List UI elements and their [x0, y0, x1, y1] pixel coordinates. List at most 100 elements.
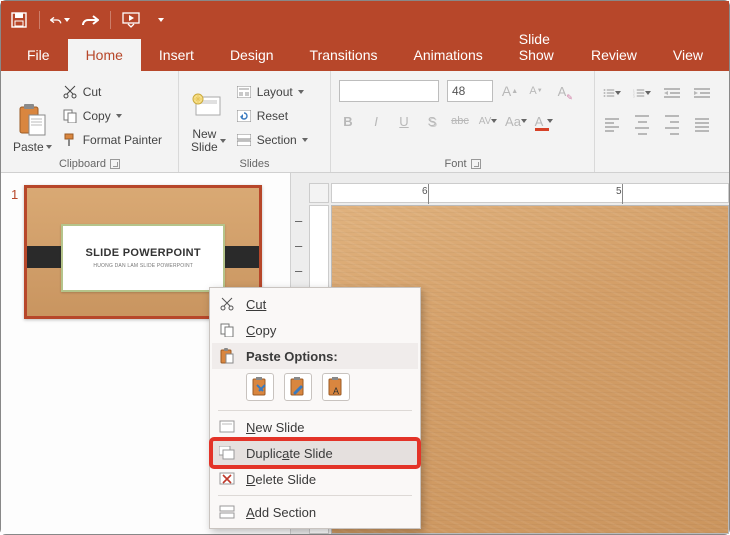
duplicate-slide-icon — [218, 444, 236, 462]
tab-view[interactable]: View — [655, 39, 721, 71]
cut-button[interactable]: Cut — [62, 82, 162, 102]
font-dialog-launcher[interactable] — [471, 159, 481, 169]
group-slides: New Slide Layout Reset Section Slides — [179, 71, 331, 172]
ctx-paste-options-row: A — [212, 369, 418, 407]
ctx-new-slide-label: New Slide — [246, 420, 305, 435]
bold-button[interactable]: B — [339, 112, 357, 130]
new-slide-label: New Slide — [191, 128, 218, 154]
tab-file[interactable]: File — [9, 39, 68, 71]
ctx-duplicate-slide[interactable]: Duplicate Slide — [212, 440, 418, 466]
font-name-input[interactable] — [339, 80, 439, 102]
ruler-corner — [309, 183, 329, 203]
paste-label: Paste — [13, 140, 44, 154]
tab-transitions[interactable]: Transitions — [292, 39, 396, 71]
numbering-button[interactable]: 123 — [633, 84, 651, 102]
align-right-button[interactable] — [663, 116, 681, 134]
format-painter-button[interactable]: Format Painter — [62, 130, 162, 150]
save-button[interactable] — [9, 10, 29, 30]
undo-button[interactable] — [50, 10, 70, 30]
paste-icon — [17, 103, 47, 137]
change-case-button[interactable]: Aa — [507, 112, 525, 130]
separator — [218, 410, 412, 411]
bullets-button[interactable] — [603, 84, 621, 102]
underline-button[interactable]: U — [395, 112, 413, 130]
format-painter-label: Format Painter — [83, 133, 162, 147]
reset-label: Reset — [257, 109, 288, 123]
justify-button[interactable] — [693, 116, 711, 134]
group-label-clipboard: Clipboard — [59, 158, 106, 170]
separator — [39, 11, 40, 29]
slideshow-icon — [122, 12, 140, 28]
copy-icon — [62, 108, 78, 124]
clipboard-text-icon: A — [327, 377, 345, 397]
tab-home[interactable]: Home — [68, 39, 141, 71]
ctx-copy-label: Copy — [246, 323, 276, 338]
ruler-h-label: 5 — [616, 186, 622, 197]
start-slideshow-button[interactable] — [121, 10, 141, 30]
group-clipboard: Paste Cut Copy Format Painter Clipboard — [1, 71, 179, 172]
grow-font-button[interactable]: A▲ — [501, 82, 519, 100]
format-painter-icon — [62, 132, 78, 148]
undo-icon — [50, 13, 62, 27]
layout-label: Layout — [257, 85, 293, 99]
ctx-new-slide[interactable]: New Slide — [212, 414, 418, 440]
ctx-add-section[interactable]: Add Section — [212, 499, 418, 525]
slide-title: SLIDE POWERPOINT — [86, 247, 201, 259]
scissors-icon — [62, 84, 78, 100]
separator — [218, 495, 412, 496]
section-icon — [236, 132, 252, 148]
paste-button[interactable]: Paste — [9, 75, 56, 156]
decrease-indent-button[interactable] — [663, 84, 681, 102]
font-size-input[interactable] — [447, 80, 493, 102]
align-left-button[interactable] — [603, 116, 621, 134]
new-slide-button[interactable]: New Slide — [187, 75, 230, 156]
tab-insert[interactable]: Insert — [141, 39, 212, 71]
group-label-font: Font — [444, 158, 466, 170]
char-spacing-button[interactable]: AV — [479, 112, 497, 130]
ctx-copy[interactable]: Copy — [212, 317, 418, 343]
ctx-delete-slide[interactable]: Delete Slide — [212, 466, 418, 492]
new-slide-icon — [218, 418, 236, 436]
paste-picture[interactable]: A — [322, 373, 350, 401]
shadow-button[interactable]: S — [423, 112, 441, 130]
italic-button[interactable]: I — [367, 112, 385, 130]
outline-collapse: ––– — [295, 213, 302, 278]
layout-button[interactable]: Layout — [236, 82, 308, 102]
new-slide-icon — [192, 93, 224, 123]
add-section-icon — [218, 503, 236, 521]
group-font: A▲ A▼ A✎ B I U S abc AV Aa A Font — [331, 71, 595, 172]
svg-text:3: 3 — [633, 95, 635, 99]
align-center-button[interactable] — [633, 116, 651, 134]
ruler-h-label: 6 — [422, 186, 428, 197]
paste-use-destination-theme[interactable] — [246, 373, 274, 401]
increase-indent-button[interactable] — [693, 84, 711, 102]
quick-access-toolbar — [1, 1, 729, 39]
font-color-button[interactable]: A — [535, 112, 553, 130]
tab-design[interactable]: Design — [212, 39, 292, 71]
tab-review[interactable]: Review — [573, 39, 655, 71]
section-button[interactable]: Section — [236, 130, 308, 150]
tab-animations[interactable]: Animations — [395, 39, 500, 71]
clipboard-theme-icon — [251, 377, 269, 397]
shrink-font-button[interactable]: A▼ — [527, 82, 545, 100]
clear-formatting-button[interactable]: A✎ — [553, 82, 571, 100]
ctx-cut[interactable]: Cut — [212, 291, 418, 317]
copy-button[interactable]: Copy — [62, 106, 162, 126]
redo-button[interactable] — [80, 10, 100, 30]
separator — [110, 11, 111, 29]
ctx-cut-label: Cut — [246, 297, 266, 312]
cut-label: Cut — [83, 85, 102, 99]
paste-keep-source-formatting[interactable] — [284, 373, 312, 401]
slide-subtitle: HUONG DAN LAM SLIDE POWERPOINT — [93, 263, 193, 269]
tab-slideshow[interactable]: Slide Show — [501, 23, 573, 71]
redo-icon — [81, 13, 99, 27]
ctx-delete-slide-label: Delete Slide — [246, 472, 316, 487]
strikethrough-button[interactable]: abc — [451, 112, 469, 130]
clipboard-brush-icon — [289, 377, 307, 397]
group-label-slides: Slides — [240, 158, 270, 170]
customize-qat-button[interactable] — [151, 10, 171, 30]
clipboard-dialog-launcher[interactable] — [110, 159, 120, 169]
horizontal-ruler[interactable]: 6 5 — [331, 183, 729, 203]
ctx-add-section-label: Add Section — [246, 505, 316, 520]
reset-button[interactable]: Reset — [236, 106, 308, 126]
